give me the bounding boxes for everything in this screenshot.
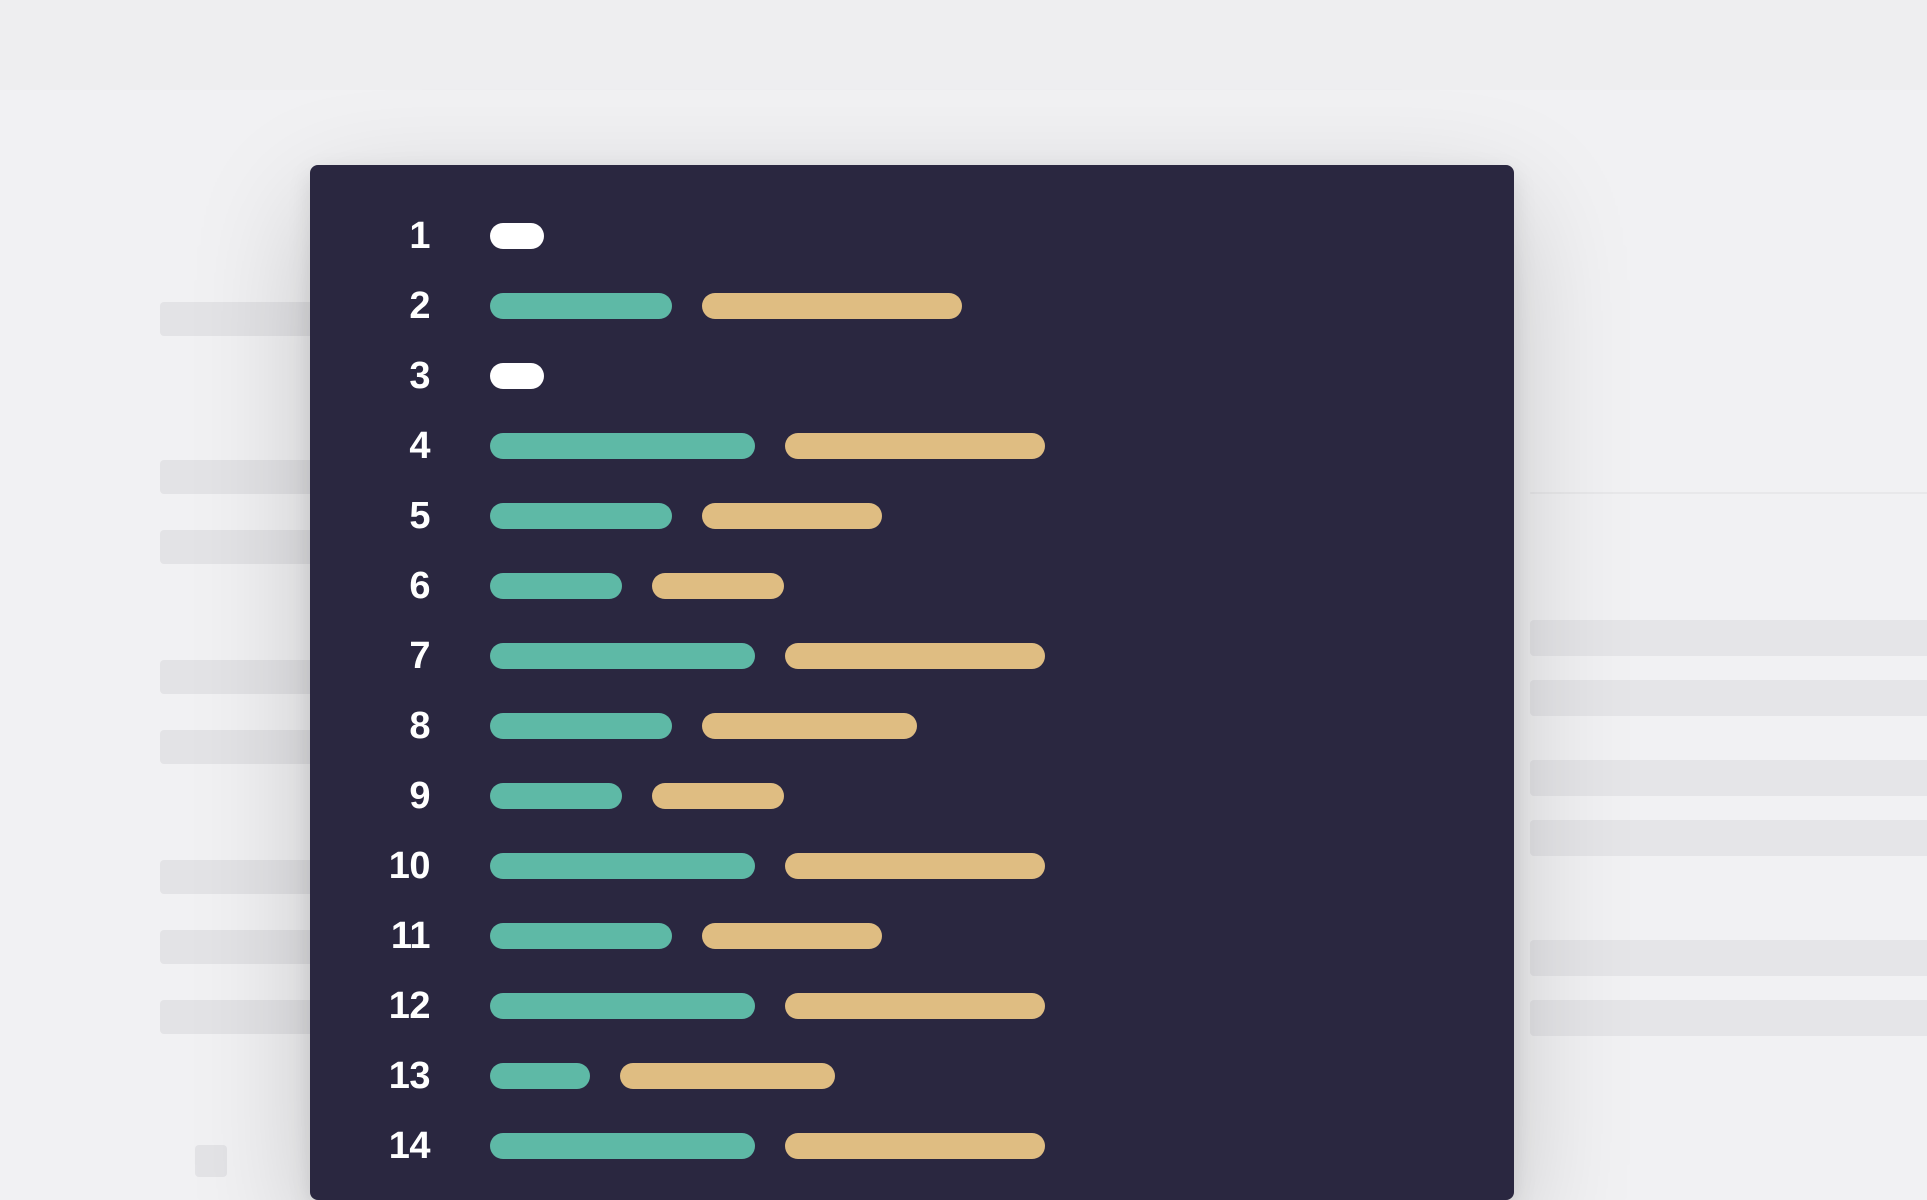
sidebar-item[interactable] — [160, 660, 325, 694]
code-line[interactable] — [490, 551, 1474, 621]
content-row — [1530, 680, 1927, 716]
top-bar — [0, 0, 1927, 90]
code-line[interactable] — [490, 341, 1474, 411]
code-token — [490, 783, 622, 809]
code-token — [490, 433, 755, 459]
code-line[interactable] — [490, 831, 1474, 901]
line-number: 1 — [310, 201, 430, 271]
code-token — [702, 923, 882, 949]
code-token — [785, 1133, 1045, 1159]
code-token — [490, 1063, 590, 1089]
code-token — [652, 573, 784, 599]
code-token — [785, 993, 1045, 1019]
line-number: 14 — [310, 1111, 430, 1181]
code-token — [490, 293, 672, 319]
code-line[interactable] — [490, 271, 1474, 341]
code-line[interactable] — [490, 901, 1474, 971]
sidebar-item[interactable] — [160, 530, 325, 564]
code-token — [702, 503, 882, 529]
line-number: 13 — [310, 1041, 430, 1111]
line-number: 11 — [310, 901, 430, 971]
line-number: 3 — [310, 341, 430, 411]
code-line[interactable] — [490, 201, 1474, 271]
code-token — [490, 363, 544, 389]
code-editor[interactable]: 1234567891011121314 — [310, 165, 1514, 1200]
code-token — [702, 293, 962, 319]
code-token — [490, 853, 755, 879]
sidebar-item[interactable] — [160, 930, 325, 964]
code-token — [490, 923, 672, 949]
line-number: 12 — [310, 971, 430, 1041]
code-line[interactable] — [490, 761, 1474, 831]
code-token — [785, 433, 1045, 459]
code-area[interactable] — [490, 165, 1474, 1200]
line-number: 2 — [310, 271, 430, 341]
content-row — [1530, 620, 1927, 656]
content-row — [1530, 820, 1927, 856]
content-row — [1530, 760, 1927, 796]
sidebar-item[interactable] — [160, 460, 325, 494]
code-line[interactable] — [490, 1041, 1474, 1111]
sidebar-item[interactable] — [160, 302, 325, 336]
code-token — [620, 1063, 835, 1089]
code-token — [702, 713, 917, 739]
line-number: 10 — [310, 831, 430, 901]
sidebar-item[interactable] — [160, 730, 325, 764]
sidebar-item[interactable] — [160, 860, 325, 894]
line-number: 4 — [310, 411, 430, 481]
content-row — [1530, 940, 1927, 976]
code-token — [490, 573, 622, 599]
code-line[interactable] — [490, 1111, 1474, 1181]
page-root: 1234567891011121314 — [0, 0, 1927, 1200]
code-token — [490, 643, 755, 669]
line-number: 9 — [310, 761, 430, 831]
content-divider — [1530, 492, 1927, 494]
sidebar-item[interactable] — [160, 1000, 325, 1034]
code-token — [785, 853, 1045, 879]
code-token — [785, 643, 1045, 669]
code-token — [490, 503, 672, 529]
content-row — [1530, 1000, 1927, 1036]
code-token — [490, 1133, 755, 1159]
line-number: 6 — [310, 551, 430, 621]
code-token — [652, 783, 784, 809]
code-token — [490, 993, 755, 1019]
line-number: 8 — [310, 691, 430, 761]
sidebar-glyph — [195, 1145, 227, 1177]
code-line[interactable] — [490, 691, 1474, 761]
code-line[interactable] — [490, 621, 1474, 691]
code-token — [490, 713, 672, 739]
gutter: 1234567891011121314 — [310, 165, 430, 1200]
line-number: 7 — [310, 621, 430, 691]
code-line[interactable] — [490, 481, 1474, 551]
code-line[interactable] — [490, 971, 1474, 1041]
code-line[interactable] — [490, 411, 1474, 481]
line-number: 5 — [310, 481, 430, 551]
code-token — [490, 223, 544, 249]
